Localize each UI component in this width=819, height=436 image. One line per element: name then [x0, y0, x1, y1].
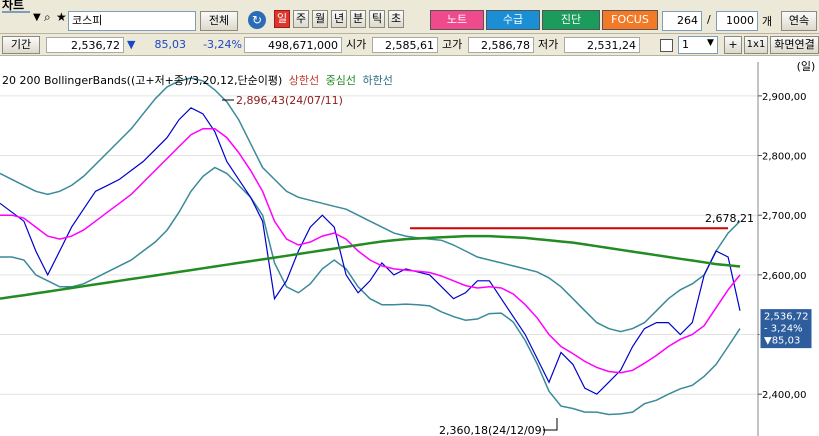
legend-upper: 상한선 — [288, 74, 320, 87]
continuous-button[interactable]: 연속 — [781, 11, 817, 31]
count-input[interactable]: 264 — [662, 11, 702, 31]
stock-code-field[interactable] — [2, 11, 30, 13]
max-count-field[interactable]: 1000 — [716, 11, 758, 31]
dropdown-icon[interactable]: ▼ — [33, 12, 41, 23]
period-button-5[interactable]: 틱 — [369, 10, 385, 28]
y-tick-label-0: 2,900,00 — [762, 92, 807, 103]
favorite-star-icon[interactable]: ★ — [56, 10, 67, 24]
legend-middle: 중심선 — [325, 74, 357, 87]
focus-button[interactable]: FOCUS — [602, 10, 658, 30]
low-label: 저가 — [538, 38, 559, 51]
chart-lines — [0, 107, 741, 395]
period-button-3[interactable]: 년 — [331, 10, 347, 28]
stock-name-field[interactable]: 코스피 — [68, 11, 196, 31]
high-price: 2,586,78 — [468, 37, 534, 53]
period-button[interactable]: 기간 — [2, 36, 40, 54]
open-price: 2,585,61 — [372, 37, 438, 53]
volume: 498,671,000 — [244, 37, 342, 53]
high-label: 고가 — [442, 38, 463, 51]
period-button-0[interactable]: 일 — [274, 10, 290, 28]
recent-high-label: 2,678,21 — [705, 212, 754, 225]
screen-checkbox[interactable] — [660, 39, 673, 52]
y-tick-label-3: 2,600,00 — [762, 271, 807, 282]
refresh-icon[interactable]: ↻ — [248, 11, 266, 29]
period-button-1[interactable]: 주 — [293, 10, 309, 28]
diagnosis-button[interactable]: 진단 — [542, 10, 600, 30]
supply-button[interactable]: 수급 — [486, 10, 540, 30]
legend-indicator: 20 200 BollingerBands((고+저+종)/3,20,12,단순… — [2, 74, 283, 87]
screen-link-button[interactable]: 화면연결 — [770, 36, 819, 54]
series-line-3 — [0, 77, 741, 333]
open-label: 시가 — [346, 38, 367, 51]
chart-grid — [0, 95, 758, 395]
period-button-6[interactable]: 초 — [388, 10, 404, 28]
period-button-4[interactable]: 분 — [350, 10, 366, 28]
count-separator: / — [707, 13, 711, 26]
y-tick-label-2: 2,700,00 — [762, 211, 807, 222]
price-change: 85,03 — [154, 38, 187, 51]
note-button[interactable]: 노트 — [430, 10, 484, 30]
count-unit: 개 — [762, 15, 773, 28]
current-price: 2,536,72 — [46, 37, 124, 53]
y-tick-label-5: 2,400,00 — [762, 390, 807, 401]
all-button[interactable]: 전체 — [200, 11, 238, 31]
bollinger-bands — [0, 77, 741, 416]
down-arrow-icon: ▼ — [127, 38, 136, 51]
y-tick-label-1: 2,800,00 — [762, 152, 807, 163]
max-label: 2,896,43(24/07/11) — [236, 94, 343, 107]
price-change-pct: -3,24% — [203, 38, 242, 51]
y-axis: (일)2,900,002,800,002,700,002,600,002,500… — [757, 59, 816, 436]
price-info-bar: 기간 2,536,72 ▼ 85,03 -3,24% 498,671,000 시… — [0, 34, 819, 56]
chart-legend: 20 200 BollingerBands((고+저+종)/3,20,12,단순… — [2, 72, 393, 88]
period-button-2[interactable]: 월 — [312, 10, 328, 28]
y-axis-unit: (일) — [797, 59, 816, 73]
min-label: 2,360,18(24/12/09) — [439, 424, 546, 436]
legend-lower: 하한선 — [362, 74, 393, 87]
toolbar: 차트 ▼ ⌕ ★ 코스피 전체 ↻ 일주월년분틱초 노트 수급 진단 FOCUS… — [0, 0, 819, 34]
last-price-change: ▼85,03 — [764, 336, 800, 347]
screen-dropdown-icon[interactable]: ▼ — [707, 38, 714, 48]
series-line-2 — [0, 234, 741, 300]
last-price-value: 2,536,72 — [764, 312, 809, 323]
plus-button[interactable]: + — [724, 36, 742, 54]
low-price: 2,531,24 — [564, 37, 640, 53]
series-line-4 — [0, 166, 741, 416]
search-icon[interactable]: ⌕ — [44, 10, 51, 25]
last-price-pct: - 3,24% — [764, 324, 803, 335]
price-chart[interactable]: (일)2,900,002,800,002,700,002,600,002,500… — [0, 56, 819, 436]
layout-button[interactable]: 1x1 — [744, 36, 768, 54]
